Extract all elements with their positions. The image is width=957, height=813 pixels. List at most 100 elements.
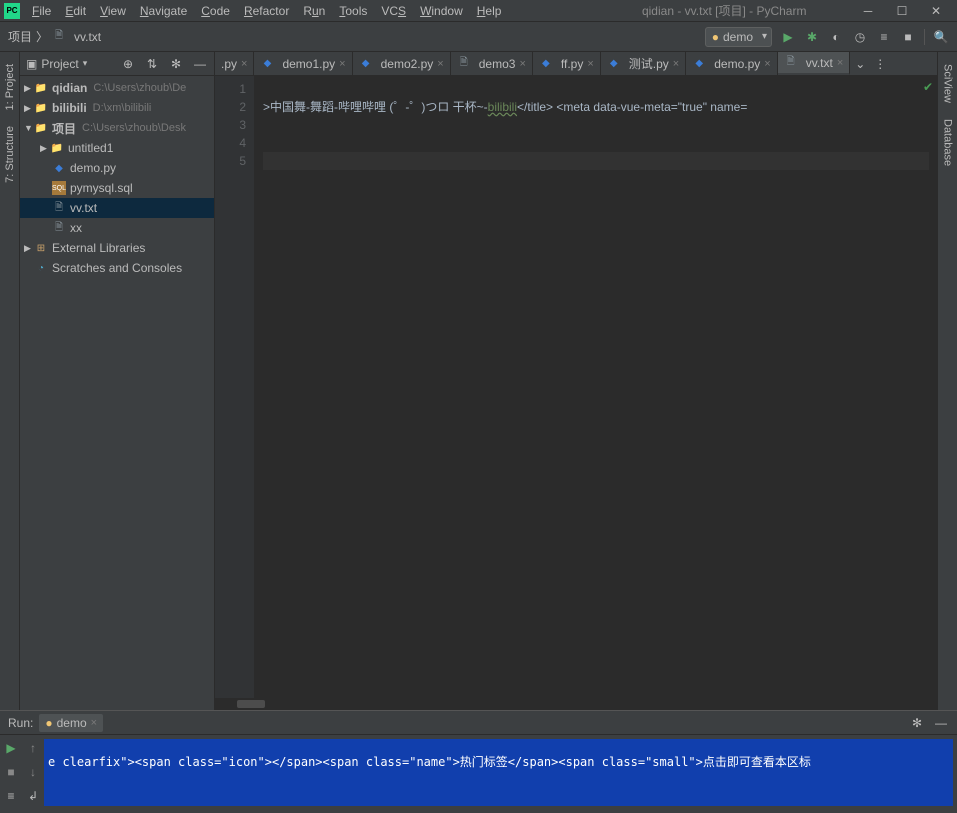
- menu-edit[interactable]: Edit: [59, 2, 92, 20]
- run-output[interactable]: e clearfix"><span class="icon"></span><s…: [44, 739, 953, 806]
- rail-structure[interactable]: 7: Structure: [4, 126, 16, 183]
- tab-overflow-icon[interactable]: ⌄: [850, 52, 870, 75]
- rerun-icon[interactable]: ▶: [6, 741, 15, 755]
- breadcrumb-file[interactable]: vv.txt: [74, 30, 101, 44]
- breadcrumb-root[interactable]: 项目: [8, 28, 32, 45]
- menu-vcs[interactable]: VCS: [375, 2, 412, 20]
- menu-run[interactable]: Run: [297, 2, 331, 20]
- close-icon[interactable]: ×: [241, 58, 247, 70]
- project-view-icon: ▣: [26, 57, 37, 71]
- menu-code[interactable]: Code: [195, 2, 236, 20]
- run-icon[interactable]: ▶: [780, 29, 796, 45]
- menu-refactor[interactable]: Refactor: [238, 2, 295, 20]
- project-panel-title[interactable]: ▣ Project ▾: [26, 57, 87, 71]
- breadcrumb[interactable]: 项目 〉 🗎 vv.txt: [8, 28, 101, 45]
- collapse-icon[interactable]: ⇅: [144, 56, 160, 72]
- file-icon: 🗎: [52, 30, 66, 44]
- tab-demo[interactable]: ◆demo.py×: [686, 52, 777, 75]
- gear-icon[interactable]: ✻: [168, 56, 184, 72]
- tree-item-scratches[interactable]: ◔ Scratches and Consoles: [20, 258, 214, 278]
- gear-icon[interactable]: ✻: [909, 715, 925, 731]
- tab-demo1[interactable]: ◆demo1.py×: [254, 52, 352, 75]
- tree-item-project[interactable]: ▼📁 项目 C:\Users\zhoub\Desk: [20, 118, 214, 138]
- tab-vvtxt[interactable]: 🗎vv.txt×: [778, 52, 851, 75]
- search-icon[interactable]: 🔍: [933, 29, 949, 45]
- rail-project[interactable]: 1: Project: [4, 64, 16, 110]
- tab-test[interactable]: ◆测试.py×: [601, 52, 686, 75]
- right-tool-rail: SciView Database: [937, 52, 957, 710]
- separator: [924, 29, 925, 45]
- file-icon: 🗎: [52, 221, 66, 235]
- rail-database[interactable]: Database: [942, 119, 954, 166]
- breadcrumb-separator: 〉: [36, 28, 48, 45]
- menu-navigate[interactable]: Navigate: [134, 2, 193, 20]
- concurrency-icon[interactable]: ≡: [876, 29, 892, 45]
- tree-item-untitled1[interactable]: ▶ 📁 untitled1: [20, 138, 214, 158]
- layout-icon[interactable]: ≡: [7, 789, 14, 803]
- editor-tab-bar: .py× ◆demo1.py× ◆demo2.py× 🗎demo3× ◆ff.p…: [215, 52, 937, 76]
- editor-area: .py× ◆demo1.py× ◆demo2.py× 🗎demo3× ◆ff.p…: [215, 52, 937, 710]
- pycharm-logo: PC: [4, 3, 20, 19]
- maximize-icon[interactable]: ☐: [895, 4, 909, 18]
- tab-demo2[interactable]: ◆demo2.py×: [353, 52, 451, 75]
- close-icon[interactable]: ×: [837, 57, 843, 69]
- inspection-ok-icon[interactable]: ✔: [923, 80, 933, 94]
- run-config-selector[interactable]: ● demo: [705, 27, 772, 47]
- run-controls-col1: ▶ ■ ≡: [0, 735, 22, 810]
- run-config-label: demo: [723, 30, 753, 44]
- main-area: 1: Project 7: Structure ▣ Project ▾ ⊕ ⇅ …: [0, 52, 957, 710]
- up-icon[interactable]: ↑: [30, 741, 36, 755]
- main-menu: File Edit View Navigate Code Refactor Ru…: [26, 2, 507, 20]
- minimize-icon[interactable]: ─: [861, 4, 875, 18]
- editor-body[interactable]: 1 2 3 4 5 >中国舞-舞蹈-哔哩哔哩 (゜-゜)つロ 干杯~-bilib…: [215, 76, 937, 698]
- project-tree: ▶📁 qidian C:\Users\zhoub\De ▶📁 bilibili …: [20, 76, 214, 710]
- stop-icon[interactable]: ■: [900, 29, 916, 45]
- stop-icon[interactable]: ■: [7, 765, 14, 779]
- project-panel-header: ▣ Project ▾ ⊕ ⇅ ✻ —: [20, 52, 214, 76]
- library-icon: ⊞: [34, 241, 48, 255]
- code-area[interactable]: >中国舞-舞蹈-哔哩哔哩 (゜-゜)つロ 干杯~-bilibili</title…: [255, 76, 937, 698]
- menu-view[interactable]: View: [94, 2, 132, 20]
- locate-icon[interactable]: ⊕: [120, 56, 136, 72]
- menu-help[interactable]: Help: [471, 2, 508, 20]
- tab-list-icon[interactable]: ⋮: [870, 52, 890, 75]
- tree-item-qidian[interactable]: ▶📁 qidian C:\Users\zhoub\De: [20, 78, 214, 98]
- hide-icon[interactable]: —: [192, 56, 208, 72]
- tab-demo3[interactable]: 🗎demo3×: [451, 52, 533, 75]
- close-icon[interactable]: ×: [673, 58, 679, 70]
- tree-item-external-libs[interactable]: ▶ ⊞ External Libraries: [20, 238, 214, 258]
- close-icon[interactable]: ✕: [929, 4, 943, 18]
- down-icon[interactable]: ↓: [30, 765, 36, 779]
- tab-py[interactable]: .py×: [215, 52, 254, 75]
- debug-icon[interactable]: ✱: [804, 29, 820, 45]
- hide-icon[interactable]: —: [933, 715, 949, 731]
- profile-icon[interactable]: ◷: [852, 29, 868, 45]
- run-panel-header: Run: ● demo × ✻ —: [0, 711, 957, 735]
- close-icon[interactable]: ×: [339, 58, 345, 70]
- run-label: Run:: [8, 716, 33, 730]
- wrap-icon[interactable]: ↲: [28, 789, 38, 803]
- tree-item-pymysql[interactable]: SQL pymysql.sql: [20, 178, 214, 198]
- run-body: ▶ ■ ≡ ↑ ↓ ↲ e clearfix"><span class="ico…: [0, 735, 957, 810]
- rail-sciview[interactable]: SciView: [942, 64, 954, 103]
- gutter: 1 2 3 4 5: [215, 76, 255, 698]
- tab-ff[interactable]: ◆ff.py×: [533, 52, 601, 75]
- coverage-icon[interactable]: ◐: [828, 29, 844, 45]
- run-tab[interactable]: ● demo ×: [39, 714, 103, 732]
- menu-window[interactable]: Window: [414, 2, 469, 20]
- close-icon[interactable]: ×: [91, 717, 97, 729]
- python-icon: ◆: [52, 161, 66, 175]
- tree-item-bilibili[interactable]: ▶📁 bilibili D:\xm\bilibili: [20, 98, 214, 118]
- tree-item-demopy[interactable]: ◆ demo.py: [20, 158, 214, 178]
- navigation-bar: 项目 〉 🗎 vv.txt ● demo ▶ ✱ ◐ ◷ ≡ ■ 🔍: [0, 22, 957, 52]
- close-icon[interactable]: ×: [437, 58, 443, 70]
- menu-file[interactable]: File: [26, 2, 57, 20]
- close-icon[interactable]: ×: [587, 58, 593, 70]
- tree-item-xx[interactable]: 🗎 xx: [20, 218, 214, 238]
- scrollbar-thumb[interactable]: [237, 700, 265, 708]
- horizontal-scrollbar[interactable]: [215, 698, 937, 710]
- close-icon[interactable]: ×: [519, 58, 525, 70]
- close-icon[interactable]: ×: [764, 58, 770, 70]
- tree-item-vvtxt[interactable]: 🗎 vv.txt: [20, 198, 214, 218]
- menu-tools[interactable]: Tools: [333, 2, 373, 20]
